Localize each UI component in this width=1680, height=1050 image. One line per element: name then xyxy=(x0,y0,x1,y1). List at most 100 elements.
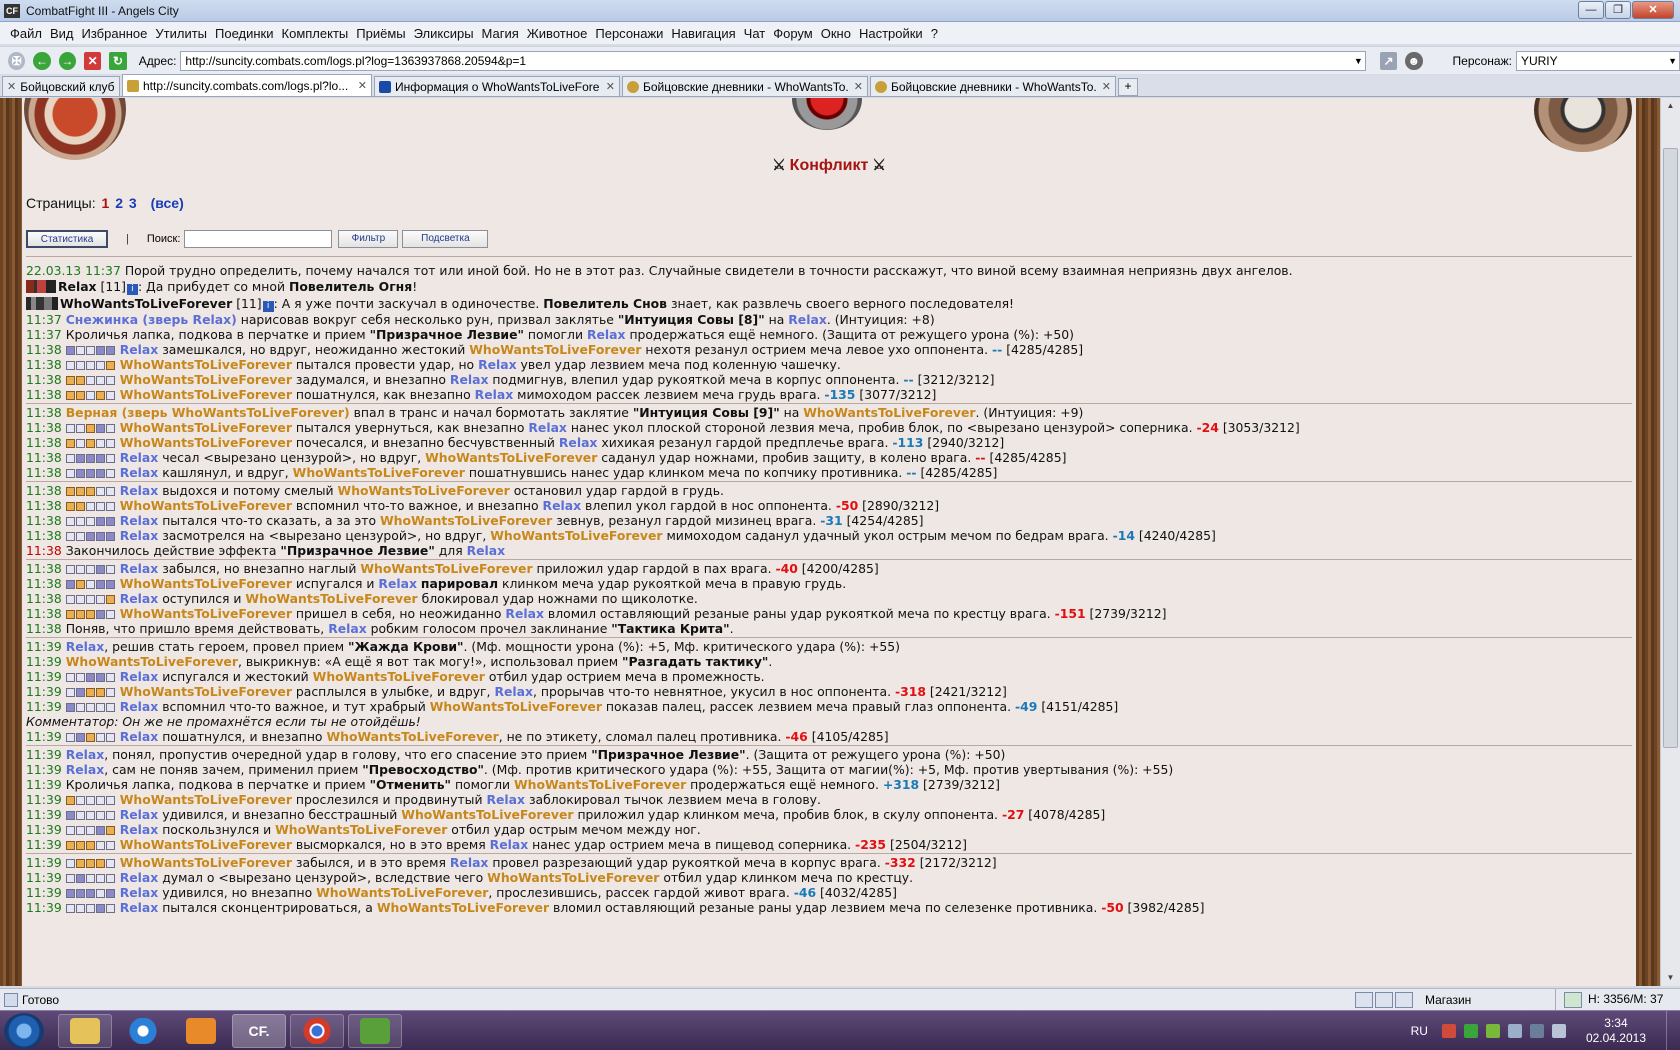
back-icon[interactable]: ← xyxy=(33,51,51,70)
menu-file[interactable]: Файл xyxy=(10,26,42,41)
player-who[interactable]: WhoWantsToLiveForever xyxy=(60,296,232,311)
player-who[interactable]: WhoWantsToLiveForever xyxy=(120,387,292,402)
player-relax[interactable]: Relax xyxy=(587,327,626,342)
taskbar-ie[interactable] xyxy=(116,1014,170,1048)
minimize-button[interactable]: — xyxy=(1578,1,1604,19)
player-relax[interactable]: Relax xyxy=(486,792,525,807)
language-indicator[interactable]: RU xyxy=(1411,1024,1428,1038)
player-relax[interactable]: Relax xyxy=(66,762,105,777)
highlight-button[interactable]: Подсветка xyxy=(402,230,489,248)
chevron-down-icon[interactable]: ▼ xyxy=(1354,52,1363,70)
player-relax[interactable]: Relax xyxy=(58,279,97,294)
player-relax[interactable]: Relax xyxy=(120,870,159,885)
start-button[interactable] xyxy=(4,1013,44,1049)
page-link-all[interactable]: (все) xyxy=(151,195,184,211)
stats-button[interactable]: Статистика xyxy=(26,230,108,248)
scrollbar-thumb[interactable] xyxy=(1663,148,1678,748)
filter-button[interactable]: Фильтр xyxy=(338,230,399,248)
close-button[interactable]: ✕ xyxy=(1632,1,1674,19)
menu-utilities[interactable]: Утилиты xyxy=(155,26,207,41)
player-relax[interactable]: Relax xyxy=(66,747,105,762)
player-who[interactable]: WhoWantsToLiveForever xyxy=(245,591,417,606)
close-icon[interactable]: ✕ xyxy=(606,80,615,93)
menu-settings[interactable]: Настройки xyxy=(859,26,923,41)
player-who[interactable]: WhoWantsToLiveForever xyxy=(120,372,292,387)
window-status-icon[interactable] xyxy=(1375,991,1393,1008)
player-who[interactable]: WhoWantsToLiveForever xyxy=(120,684,292,699)
player-relax[interactable]: Relax xyxy=(120,342,159,357)
player-who[interactable]: WhoWantsToLiveForever xyxy=(120,792,292,807)
pin-icon[interactable]: ✠ xyxy=(8,51,26,70)
tray-icon-1[interactable] xyxy=(1441,1024,1456,1038)
taskbar-app[interactable] xyxy=(174,1014,228,1048)
list-status-icon[interactable] xyxy=(1395,991,1413,1008)
player-who[interactable]: WhoWantsToLiveForever xyxy=(401,807,573,822)
menu-magic[interactable]: Магия xyxy=(482,26,519,41)
player-relax[interactable]: Relax xyxy=(120,900,159,915)
player-relax[interactable]: Relax xyxy=(120,591,159,606)
player-relax[interactable]: Relax xyxy=(120,483,159,498)
address-input[interactable]: http://suncity.combats.com/logs.pl?log=1… xyxy=(180,50,1366,71)
maximize-button[interactable]: ❐ xyxy=(1605,1,1631,19)
player-relax[interactable]: Relax xyxy=(120,807,159,822)
pet-who[interactable]: Верная (зверь WhoWantsToLiveForever) xyxy=(66,405,350,420)
menu-duels[interactable]: Поединки xyxy=(215,26,274,41)
tab-fight-club[interactable]: ✕ Бойцовский клуб xyxy=(2,76,120,96)
close-icon[interactable]: ✕ xyxy=(854,80,863,93)
refresh-icon[interactable]: ↻ xyxy=(109,51,127,70)
close-icon[interactable]: ✕ xyxy=(7,80,16,93)
player-relax[interactable]: Relax xyxy=(120,729,159,744)
player-who[interactable]: WhoWantsToLiveForever xyxy=(425,450,597,465)
volume-icon[interactable] xyxy=(1551,1024,1566,1038)
player-relax[interactable]: Relax xyxy=(120,513,159,528)
player-relax[interactable]: Relax xyxy=(490,837,529,852)
menu-characters[interactable]: Персонажи xyxy=(595,26,663,41)
vertical-scrollbar[interactable]: ▲ ▼ xyxy=(1660,98,1680,986)
player-who[interactable]: WhoWantsToLiveForever xyxy=(360,561,532,576)
player-relax[interactable]: Relax xyxy=(120,450,159,465)
player-relax[interactable]: Relax xyxy=(788,312,827,327)
menu-techniques[interactable]: Приёмы xyxy=(356,26,405,41)
taskbar-explorer[interactable] xyxy=(58,1014,112,1048)
player-relax[interactable]: Relax xyxy=(120,528,159,543)
search-input[interactable] xyxy=(184,230,333,248)
stop-icon[interactable]: ✕ xyxy=(84,51,102,70)
menu-chat[interactable]: Чат xyxy=(744,26,766,41)
info-icon[interactable]: i xyxy=(262,301,274,312)
pet-relax[interactable]: Снежинка (зверь Relax) xyxy=(66,312,237,327)
menu-window[interactable]: Окно xyxy=(821,26,851,41)
player-who[interactable]: WhoWantsToLiveForever xyxy=(490,528,662,543)
player-who[interactable]: WhoWantsToLiveForever xyxy=(120,357,292,372)
player-who[interactable]: WhoWantsToLiveForever xyxy=(338,483,510,498)
shop-label[interactable]: Магазин xyxy=(1425,993,1555,1007)
menu-forum[interactable]: Форум xyxy=(773,26,813,41)
taskbar-combatfight[interactable]: CF. xyxy=(232,1014,286,1048)
player-who[interactable]: WhoWantsToLiveForever xyxy=(120,498,292,513)
player-who[interactable]: WhoWantsToLiveForever xyxy=(377,900,549,915)
chevron-down-icon[interactable]: ▼ xyxy=(1668,52,1677,70)
player-who[interactable]: WhoWantsToLiveForever xyxy=(487,870,659,885)
page-link-2[interactable]: 2 xyxy=(115,195,123,211)
player-who[interactable]: WhoWantsToLiveForever xyxy=(313,669,485,684)
player-who[interactable]: WhoWantsToLiveForever xyxy=(514,777,686,792)
player-who[interactable]: WhoWantsToLiveForever xyxy=(120,435,292,450)
tab-diary-1[interactable]: Бойцовские дневники - WhoWantsTo... ✕ xyxy=(622,76,868,96)
tab-diary-2[interactable]: Бойцовские дневники - WhoWantsTo... ✕ xyxy=(870,76,1116,96)
player-relax[interactable]: Relax xyxy=(120,699,159,714)
player-relax[interactable]: Relax xyxy=(475,387,514,402)
menu-navigation[interactable]: Навигация xyxy=(671,26,735,41)
player-relax[interactable]: Relax xyxy=(505,606,544,621)
player-relax[interactable]: Relax xyxy=(478,357,517,372)
menu-help[interactable]: ? xyxy=(931,26,938,41)
player-relax[interactable]: Relax xyxy=(328,621,367,636)
page-link-1[interactable]: 1 xyxy=(102,195,110,211)
player-who[interactable]: WhoWantsToLiveForever xyxy=(120,837,292,852)
player-relax[interactable]: Relax xyxy=(467,543,506,558)
player-relax[interactable]: Relax xyxy=(378,576,417,591)
page-link-3[interactable]: 3 xyxy=(129,195,137,211)
forward-icon[interactable]: → xyxy=(58,51,77,70)
player-relax[interactable]: Relax xyxy=(450,855,489,870)
tray-icon-2[interactable] xyxy=(1463,1024,1478,1038)
menu-pet[interactable]: Животное xyxy=(527,26,588,41)
player-relax[interactable]: Relax xyxy=(120,822,159,837)
